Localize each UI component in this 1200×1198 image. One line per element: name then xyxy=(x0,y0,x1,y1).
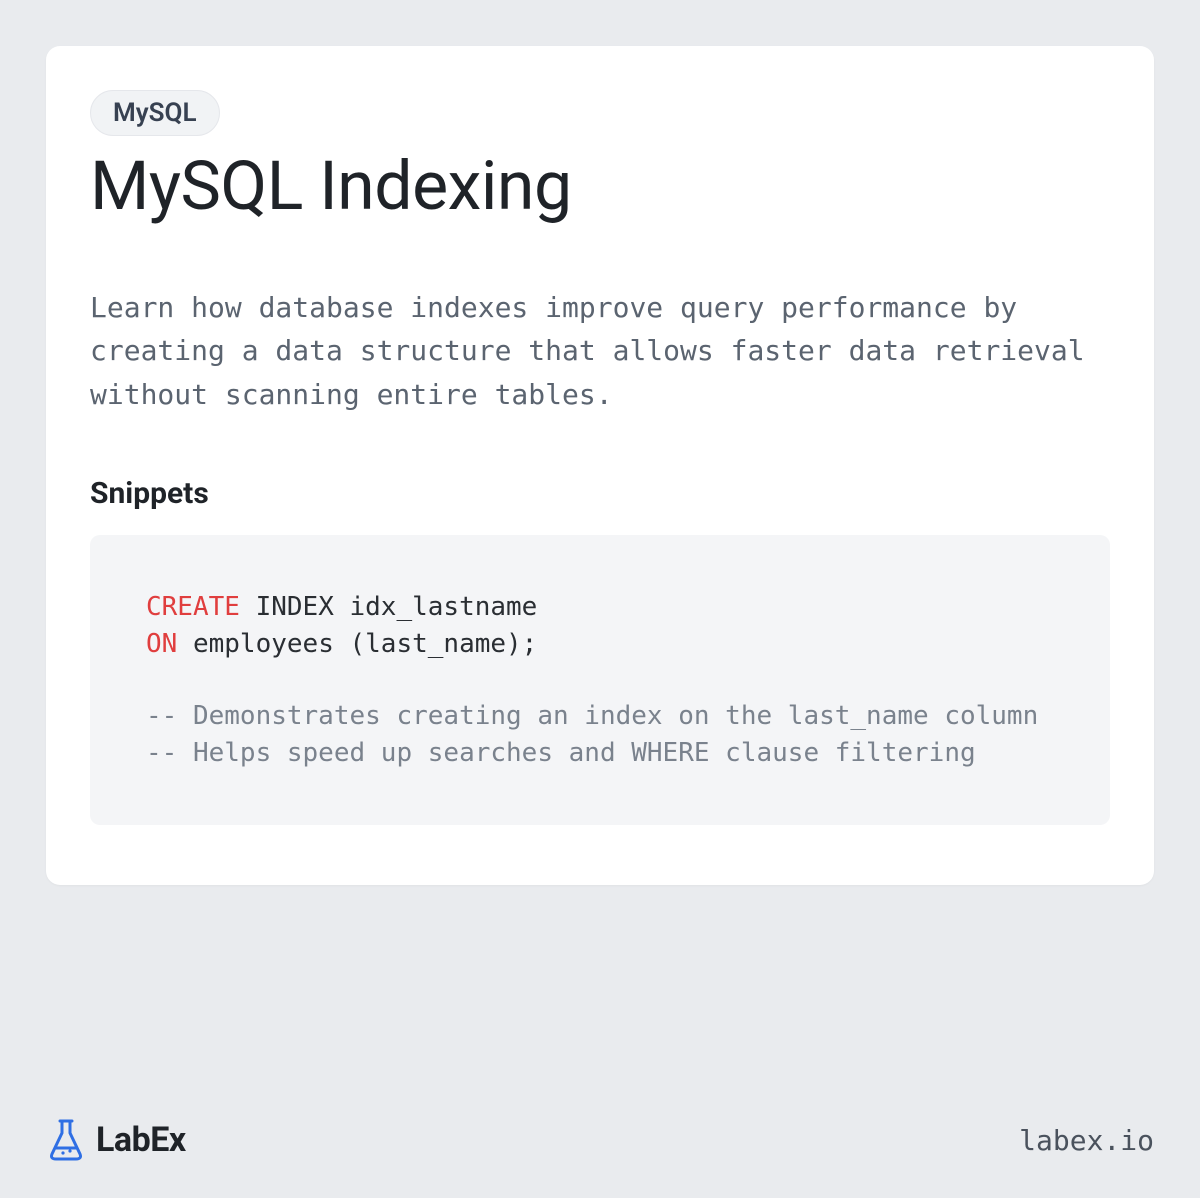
code-keyword: ON xyxy=(146,629,177,659)
flask-icon xyxy=(46,1118,86,1162)
code-comment: -- Helps speed up searches and WHERE cla… xyxy=(146,738,976,768)
content-card: MySQL MySQL Indexing Learn how database … xyxy=(46,46,1154,885)
code-snippet: CREATE INDEX idx_lastname ON employees (… xyxy=(90,535,1110,825)
brand: LabEx xyxy=(46,1118,186,1162)
description-text: Learn how database indexes improve query… xyxy=(90,286,1110,416)
category-tag: MySQL xyxy=(90,90,220,136)
page-title: MySQL Indexing xyxy=(90,146,1110,226)
code-comment: -- Demonstrates creating an index on the… xyxy=(146,701,1038,731)
footer: LabEx labex.io xyxy=(46,1118,1154,1162)
code-keyword: CREATE xyxy=(146,592,240,622)
site-url: labex.io xyxy=(1019,1124,1154,1157)
brand-name: LabEx xyxy=(96,1120,186,1160)
snippets-heading: Snippets xyxy=(90,476,1110,511)
code-text: INDEX idx_lastname xyxy=(240,592,537,622)
code-text: employees (last_name); xyxy=(177,629,537,659)
